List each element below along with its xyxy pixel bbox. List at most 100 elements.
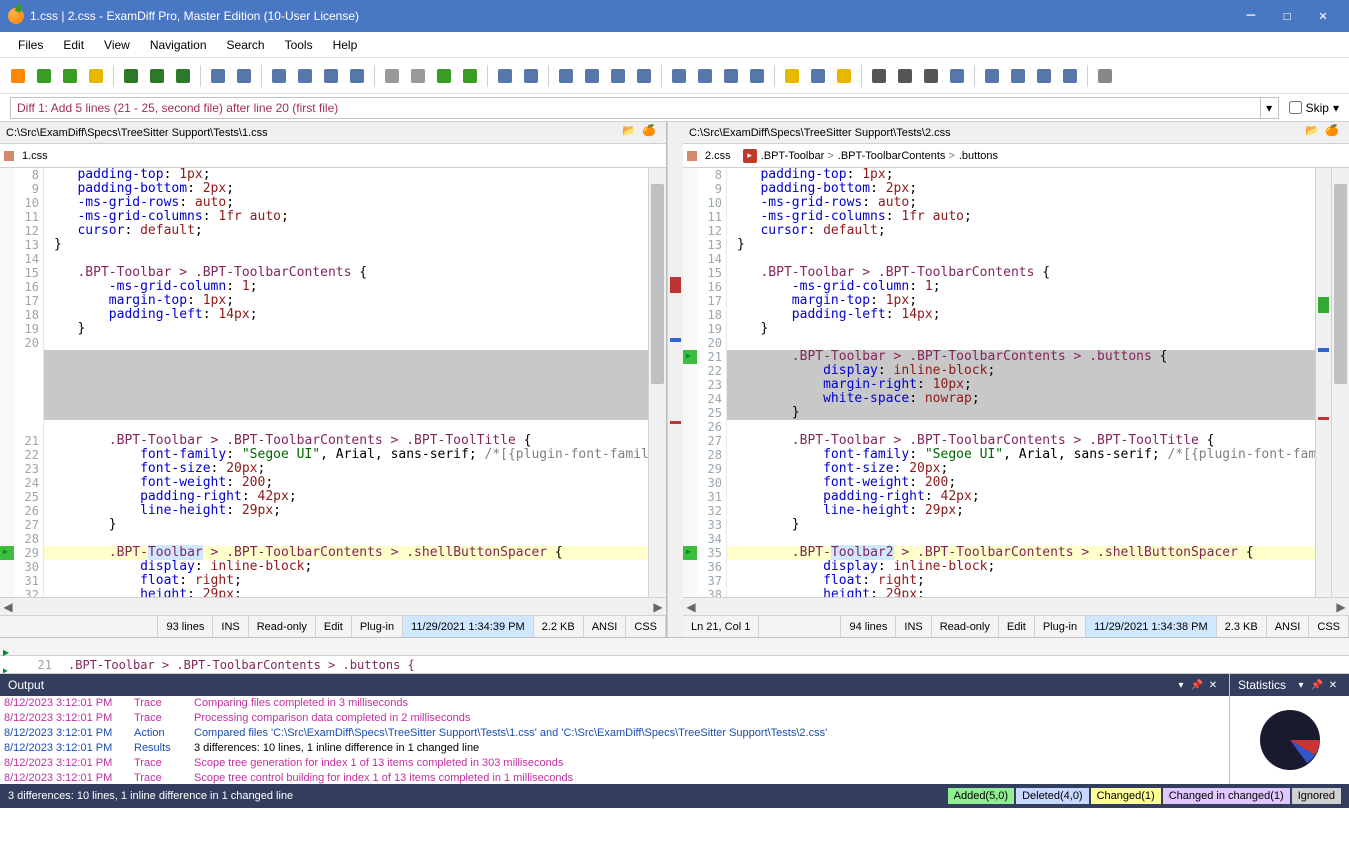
diff-message: Diff 1: Add 5 lines (21 - 25, second fil… — [10, 97, 1261, 119]
output-panel: Output ▾ 📌 ✕ 8/12/2023 3:12:01 PMTraceCo… — [0, 674, 1229, 784]
badge-changed-in-changed[interactable]: Changed in changed(1) — [1163, 788, 1290, 804]
filter2-icon[interactable] — [693, 64, 717, 88]
menu-view[interactable]: View — [94, 34, 140, 56]
down-icon[interactable] — [832, 64, 856, 88]
right-tab[interactable]: 2.css — [697, 147, 739, 165]
refresh-arrow-icon[interactable] — [58, 64, 82, 88]
refresh-icon[interactable] — [32, 64, 56, 88]
pin-icon[interactable]: 📌 — [1189, 680, 1205, 691]
filter3-icon[interactable] — [719, 64, 743, 88]
panel-icon[interactable] — [1058, 64, 1082, 88]
right-vscroll[interactable] — [1331, 168, 1349, 597]
menu-search[interactable]: Search — [217, 34, 275, 56]
right-icon[interactable] — [432, 64, 456, 88]
save-icon[interactable] — [119, 64, 143, 88]
right-hscroll[interactable]: ◀▶ — [683, 597, 1349, 615]
save-all-icon[interactable] — [145, 64, 169, 88]
undo-icon[interactable] — [380, 64, 404, 88]
current-line-summary: 21 .BPT-Toolbar > .BPT-ToolbarContents >… — [0, 656, 1349, 674]
find-prev-icon[interactable] — [919, 64, 943, 88]
menu-navigation[interactable]: Navigation — [140, 34, 217, 56]
file-icon — [4, 151, 14, 161]
output-row: 8/12/2023 3:12:01 PMResults3 differences… — [4, 741, 1225, 756]
edit-right-icon[interactable] — [232, 64, 256, 88]
breadcrumb-segment[interactable]: .buttons — [959, 150, 998, 162]
diff-navbar: Diff 1: Add 5 lines (21 - 25, second fil… — [0, 94, 1349, 122]
badge-ignored[interactable]: Ignored — [1292, 788, 1341, 804]
center-diffmap[interactable] — [667, 122, 683, 637]
left-vscroll[interactable] — [648, 168, 666, 597]
filter4-icon[interactable] — [745, 64, 769, 88]
left-icon[interactable] — [458, 64, 482, 88]
right-breadcrumb[interactable]: .BPT-Toolbar .BPT-ToolbarContents .buttons — [761, 150, 998, 162]
folder-icon[interactable]: 📂 — [1305, 124, 1323, 142]
edit-left-icon[interactable] — [206, 64, 230, 88]
folder-icon[interactable] — [84, 64, 108, 88]
minimize-button[interactable]: ─ — [1233, 2, 1269, 30]
view4-icon[interactable] — [632, 64, 656, 88]
dropdown-icon[interactable]: ▾ — [1173, 680, 1189, 691]
menu-tools[interactable]: Tools — [275, 34, 323, 56]
refresh-icon[interactable]: 🍊 — [642, 124, 660, 142]
diff-dropdown[interactable]: ▾ — [1261, 97, 1279, 119]
redo-icon[interactable] — [406, 64, 430, 88]
up-icon[interactable] — [780, 64, 804, 88]
pane-single-icon[interactable] — [493, 64, 517, 88]
badge-changed[interactable]: Changed(1) — [1091, 788, 1161, 804]
folder-icon[interactable]: 📂 — [622, 124, 640, 142]
find-icon[interactable] — [867, 64, 891, 88]
view2-icon[interactable] — [580, 64, 604, 88]
dropdown-icon[interactable]: ▾ — [1293, 680, 1309, 691]
pin-icon[interactable]: 📌 — [1309, 680, 1325, 691]
maximize-button[interactable]: ☐ — [1269, 2, 1305, 30]
statistics-panel: Statistics ▾ 📌 ✕ — [1229, 674, 1349, 784]
output-body[interactable]: 8/12/2023 3:12:01 PMTraceComparing files… — [0, 696, 1229, 784]
save-disk-icon[interactable] — [171, 64, 195, 88]
pane-split-icon[interactable] — [519, 64, 543, 88]
menu-files[interactable]: Files — [8, 34, 53, 56]
breadcrumb-segment[interactable]: .BPT-ToolbarContents — [838, 150, 955, 162]
stats-pie-chart — [1230, 696, 1349, 784]
print-icon[interactable] — [319, 64, 343, 88]
skip-checkbox[interactable]: Skip ▾ — [1289, 101, 1339, 115]
right-tabrow: 2.css ▸ .BPT-Toolbar .BPT-ToolbarContents… — [683, 144, 1349, 168]
footer-summary: 3 differences: 10 lines, 1 inline differ… — [8, 790, 946, 802]
left-hscroll[interactable]: ◀▶ — [0, 597, 666, 615]
sync-strip[interactable] — [0, 638, 1349, 656]
find-next-icon[interactable] — [893, 64, 917, 88]
left-tabrow: 1.css — [0, 144, 666, 168]
close-icon[interactable]: ✕ — [1325, 680, 1341, 691]
view1-icon[interactable] — [554, 64, 578, 88]
left-tab[interactable]: 1.css — [14, 147, 56, 165]
menu-help[interactable]: Help — [323, 34, 368, 56]
close-icon[interactable]: ✕ — [1205, 680, 1221, 691]
block-icon[interactable] — [806, 64, 830, 88]
breadcrumb-segment[interactable]: .BPT-Toolbar — [761, 150, 834, 162]
badge-deleted[interactable]: Deleted(4,0) — [1016, 788, 1089, 804]
list-icon[interactable] — [980, 64, 1004, 88]
scope-marker-icon[interactable]: ▸ — [743, 149, 757, 163]
aa-icon[interactable] — [945, 64, 969, 88]
refresh-icon[interactable]: 🍊 — [1325, 124, 1343, 142]
settings-icon[interactable] — [1093, 64, 1117, 88]
badge-added[interactable]: Added(5,0) — [948, 788, 1014, 804]
skip-check[interactable] — [1289, 101, 1302, 114]
main-toolbar — [0, 58, 1349, 94]
menu-edit[interactable]: Edit — [53, 34, 94, 56]
lines-icon[interactable] — [1006, 64, 1030, 88]
right-editor[interactable]: 8910111213141516171819202122232425262728… — [683, 168, 1349, 597]
output-row: 8/12/2023 3:12:01 PMActionCompared files… — [4, 726, 1225, 741]
orange-icon[interactable] — [6, 64, 30, 88]
diff-panes: C:\Src\ExamDiff\Specs\TreeSitter Support… — [0, 122, 1349, 638]
arrow-upleft-icon[interactable] — [267, 64, 291, 88]
zoom-icon[interactable] — [345, 64, 369, 88]
view3-icon[interactable] — [606, 64, 630, 88]
left-pane: C:\Src\ExamDiff\Specs\TreeSitter Support… — [0, 122, 667, 637]
arrow-downleft-icon[interactable] — [293, 64, 317, 88]
gear-blue-icon[interactable] — [1032, 64, 1056, 88]
close-button[interactable]: ✕ — [1305, 2, 1341, 30]
right-diffmap[interactable] — [1315, 168, 1331, 597]
filter-icon[interactable] — [667, 64, 691, 88]
output-row: 8/12/2023 3:12:01 PMTraceComparing files… — [4, 696, 1225, 711]
left-editor[interactable]: 8910111213141516171819202122232425262728… — [0, 168, 666, 597]
